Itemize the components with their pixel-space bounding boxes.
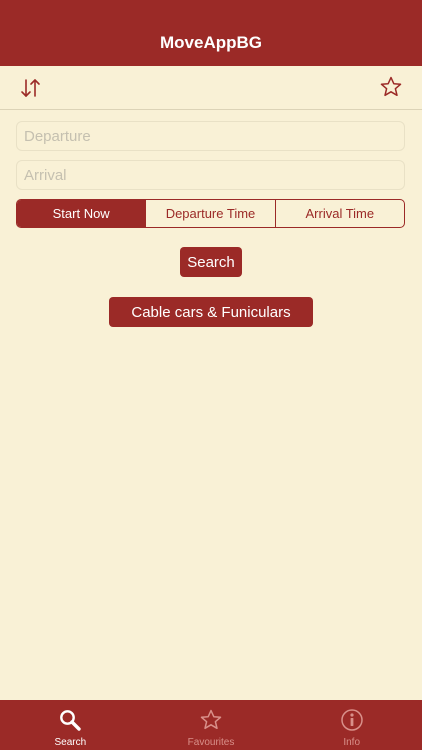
tab-info[interactable]: Info (281, 700, 422, 750)
tab-search-label: Search (54, 737, 87, 748)
tab-search[interactable]: Search (0, 700, 141, 750)
segment-departure-time[interactable]: Departure Time (146, 200, 276, 227)
star-outline-icon (380, 76, 402, 97)
segment-start-now[interactable]: Start Now (17, 200, 147, 227)
add-favourite-button[interactable] (379, 75, 403, 99)
toolbar (0, 66, 422, 110)
nav-bar: MoveAppBG (0, 0, 422, 66)
tab-favourites-label: Favourites (187, 737, 235, 748)
time-mode-selector: Start Now Departure Time Arrival Time (16, 199, 405, 228)
tab-bar: Search Favourites Info (0, 700, 422, 750)
swap-arrows-icon (21, 79, 40, 97)
search-button[interactable]: Search (180, 247, 242, 277)
segment-arrival-time[interactable]: Arrival Time (276, 200, 404, 227)
tab-info-label: Info (343, 737, 361, 748)
star-icon (200, 709, 222, 730)
tab-favourites[interactable]: Favourites (141, 700, 282, 750)
cable-cars-funiculars-button[interactable]: Cable cars & Funiculars (109, 297, 313, 327)
magnifier-icon (60, 710, 82, 731)
swap-button[interactable] (18, 76, 44, 100)
departure-input[interactable] (16, 121, 405, 151)
app-title: MoveAppBG (160, 33, 262, 52)
info-icon (340, 709, 363, 731)
arrival-input[interactable] (16, 160, 405, 190)
